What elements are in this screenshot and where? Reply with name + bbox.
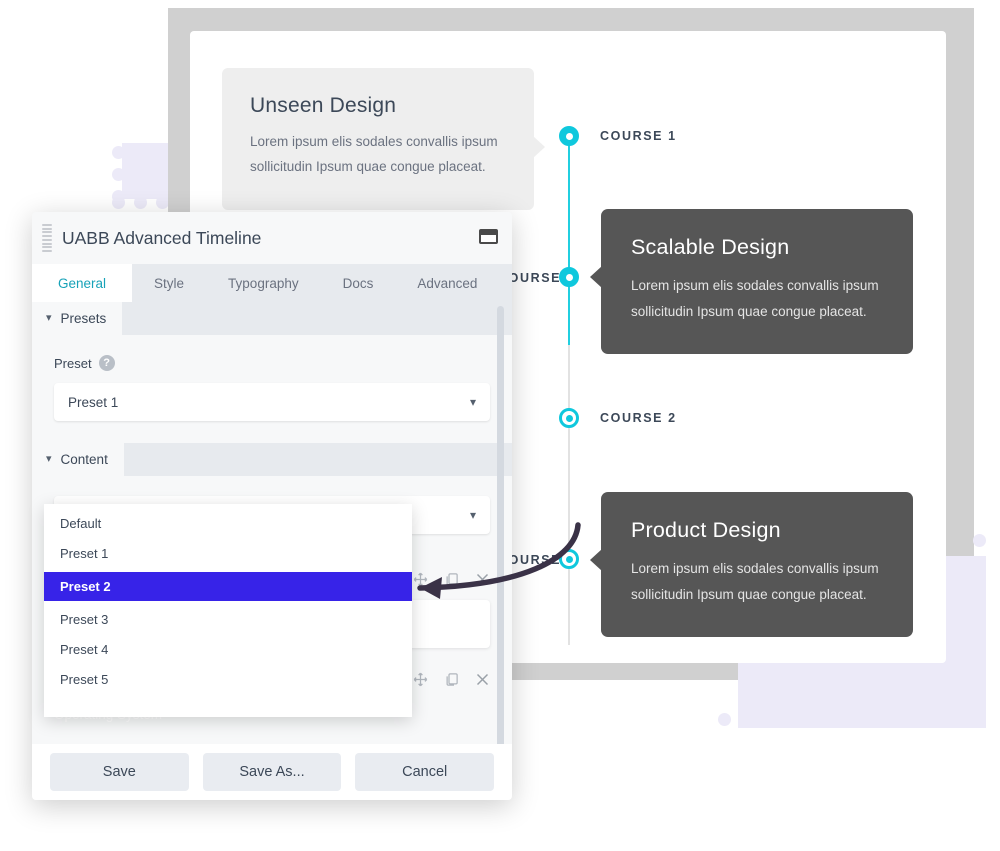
decoration-dot xyxy=(134,196,147,209)
preset-select-value: Preset 1 xyxy=(68,394,119,410)
timeline-label: COURSE 2 xyxy=(600,411,677,425)
decoration-dot xyxy=(718,713,731,726)
decoration-dot xyxy=(938,713,951,726)
timeline-axis xyxy=(568,345,570,645)
timeline-card-body: Lorem ipsum elis sodales convallis ipsum… xyxy=(250,134,498,174)
decoration-dot xyxy=(973,688,986,701)
section-presets[interactable]: ▾ Presets xyxy=(32,302,512,335)
decoration-dot xyxy=(973,578,986,591)
cancel-button[interactable]: Cancel xyxy=(355,753,495,791)
decoration-dot xyxy=(740,713,753,726)
save-as-button[interactable]: Save As... xyxy=(202,753,342,791)
preset-dropdown-menu[interactable]: Default Preset 1 Preset 2 Preset 3 Prese… xyxy=(44,504,412,717)
decoration-dot xyxy=(112,196,125,209)
panel-scrollbar[interactable] xyxy=(497,306,504,800)
dropdown-option-preset-2[interactable]: Preset 2 xyxy=(44,572,412,601)
decoration-dot xyxy=(872,713,885,726)
move-icon[interactable] xyxy=(413,672,428,687)
decoration-dot xyxy=(973,600,986,613)
preset-select[interactable]: Preset 1 ▾ xyxy=(54,383,490,421)
decoration-dot xyxy=(916,713,929,726)
window-header: UABB Advanced Timeline xyxy=(32,212,512,264)
window-footer: Save Save As... Cancel xyxy=(32,744,512,800)
timeline-axis-active xyxy=(568,132,570,345)
timeline-card-pointer xyxy=(533,136,545,158)
preset-field-label: Preset ? xyxy=(54,355,490,371)
decoration-dot xyxy=(894,713,907,726)
decoration-dot xyxy=(850,713,863,726)
move-icon[interactable] xyxy=(413,572,428,587)
timeline-card-dark: Product Design Lorem ipsum elis sodales … xyxy=(590,492,913,638)
section-content-label: Content xyxy=(60,452,108,467)
decoration-dot xyxy=(973,556,986,569)
dropdown-option-default[interactable]: Default xyxy=(44,512,412,535)
help-circle-icon[interactable]: ? xyxy=(98,355,115,371)
timeline-item-actions[interactable] xyxy=(413,572,490,587)
decoration-dot xyxy=(973,666,986,679)
preset-label-text: Preset xyxy=(54,355,92,371)
duplicate-icon[interactable] xyxy=(444,672,459,687)
timeline-node[interactable] xyxy=(559,126,579,146)
tab-docs[interactable]: Docs xyxy=(321,264,396,302)
decoration-dot xyxy=(112,146,125,159)
decoration-dot xyxy=(973,534,986,547)
dropdown-option-preset-1[interactable]: Preset 1 xyxy=(44,542,412,565)
timeline-card-pointer xyxy=(590,266,602,288)
chevron-down-icon: ▾ xyxy=(46,453,52,465)
decoration-dot xyxy=(973,710,986,723)
remove-icon[interactable] xyxy=(475,672,490,687)
section-content[interactable]: ▾ Content xyxy=(32,443,512,476)
save-button[interactable]: Save xyxy=(50,753,189,791)
section-presets-label: Presets xyxy=(60,311,107,326)
timeline-card-title: Unseen Design xyxy=(250,94,397,117)
decoration-dot xyxy=(960,713,973,726)
drag-handle-icon[interactable] xyxy=(42,224,52,252)
decoration-dot xyxy=(973,622,986,635)
decoration-dot xyxy=(973,644,986,657)
tab-style[interactable]: Style xyxy=(132,264,206,302)
timeline-node[interactable] xyxy=(559,267,579,287)
dropdown-option-preset-3[interactable]: Preset 3 xyxy=(44,608,412,631)
timeline-card-body: Lorem ipsum elis sodales convallis ipsum… xyxy=(631,278,879,319)
timeline-card-dark: Scalable Design Lorem ipsum elis sodales… xyxy=(590,209,913,355)
tab-typography[interactable]: Typography xyxy=(206,264,321,302)
decoration-dot xyxy=(806,713,819,726)
tab-general[interactable]: General xyxy=(32,264,133,302)
timeline-card-title: Scalable Design xyxy=(631,235,790,259)
chevron-down-icon: ▾ xyxy=(469,395,476,409)
tab-bar[interactable]: General Style Typography Docs Advanced xyxy=(32,264,512,302)
timeline-card-body: Lorem ipsum elis sodales convallis ipsum… xyxy=(631,561,879,602)
decoration-dot xyxy=(762,713,775,726)
preset-field: Preset ? Preset 1 ▾ xyxy=(32,335,512,421)
duplicate-icon[interactable] xyxy=(444,572,459,587)
dropdown-option-preset-4[interactable]: Preset 4 xyxy=(44,638,412,661)
timeline-card-pointer xyxy=(590,549,602,571)
timeline-label: COURSE 1 xyxy=(600,129,677,143)
chevron-down-icon: ▾ xyxy=(469,508,476,522)
remove-icon[interactable] xyxy=(475,572,490,587)
timeline-card-title: Product Design xyxy=(631,518,781,542)
decoration-dot xyxy=(828,713,841,726)
timeline-node[interactable] xyxy=(559,549,579,569)
chevron-down-icon: ▾ xyxy=(46,312,52,324)
screenshot-stage: COURSE 1 COURSE 3 COURSE 2 COURSE 4 Unse… xyxy=(0,0,1000,851)
timeline-card-light: Unseen Design Lorem ipsum elis sodales c… xyxy=(222,68,545,210)
timeline-node[interactable] xyxy=(559,408,579,428)
window-title: UABB Advanced Timeline xyxy=(62,227,262,248)
decoration-dot xyxy=(112,168,125,181)
decoration-dot xyxy=(784,713,797,726)
tab-advanced[interactable]: Advanced xyxy=(395,264,499,302)
window-dock-icon[interactable] xyxy=(479,229,498,244)
timeline-item-actions[interactable] xyxy=(413,672,490,687)
dropdown-option-preset-5[interactable]: Preset 5 xyxy=(44,668,412,691)
